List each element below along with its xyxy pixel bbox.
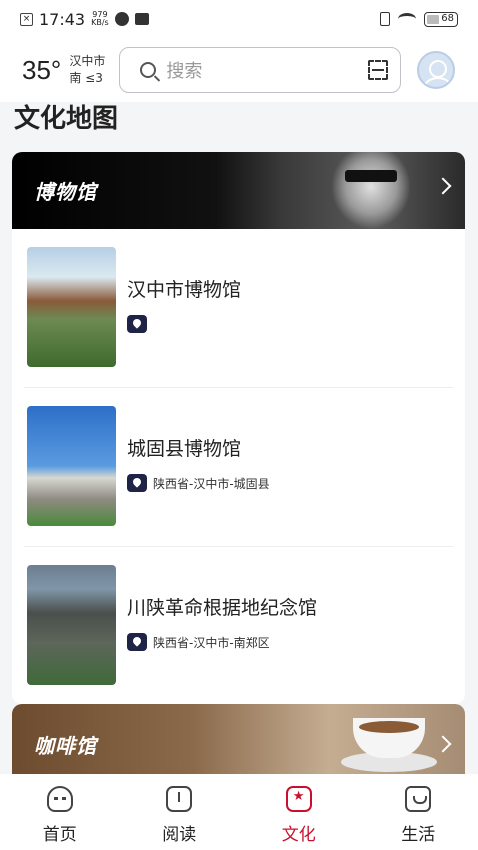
museum-banner-title: 博物馆 <box>34 180 97 204</box>
wifi-icon <box>398 13 416 25</box>
wind-info: 南 ≤3 <box>69 71 103 85</box>
weather-widget[interactable]: 35° 汉中市 南 ≤3 <box>22 53 105 87</box>
status-time: 17:43 <box>39 9 86 29</box>
statue-image <box>331 152 411 229</box>
network-speed: 979 KB/s <box>91 11 109 27</box>
museum-card: 博物馆 汉中市博物馆 城固县博物馆 陕西省-汉中市-城固县 川陕革命根据地纪念馆… <box>12 152 465 704</box>
location-pin-icon <box>127 633 147 651</box>
list-item[interactable]: 汉中市博物馆 <box>24 229 453 388</box>
gallery-notification-icon <box>134 13 149 25</box>
vibrate-icon <box>380 12 390 26</box>
coffee-cup-image <box>353 718 425 758</box>
location-pin-icon <box>127 474 147 492</box>
search-input[interactable]: 搜索 <box>166 57 368 83</box>
tab-label: 文化 <box>281 825 316 845</box>
chevron-right-icon <box>434 177 452 195</box>
avatar[interactable] <box>417 51 456 89</box>
status-bar: × 17:43 979 KB/s 68 <box>0 0 478 38</box>
notification-close-icon: × <box>20 12 33 26</box>
tab-culture[interactable]: 文化 <box>239 774 359 850</box>
museum-banner[interactable]: 博物馆 <box>12 152 465 229</box>
coffee-banner[interactable]: 咖啡馆 <box>12 704 465 784</box>
battery-icon: 68 <box>424 11 458 27</box>
tab-read[interactable]: 阅读 <box>120 774 240 850</box>
culture-icon <box>285 786 312 812</box>
coffee-banner-title: 咖啡馆 <box>34 734 97 758</box>
tab-life[interactable]: 生活 <box>359 774 478 850</box>
book-icon <box>166 786 193 812</box>
app-notification-icon <box>114 12 129 26</box>
tab-home[interactable]: 首页 <box>0 774 120 850</box>
museum-name: 川陕革命根据地纪念馆 <box>127 597 318 619</box>
museum-name: 城固县博物馆 <box>127 438 242 460</box>
tab-label: 首页 <box>42 825 77 845</box>
scan-icon[interactable] <box>368 60 389 80</box>
museum-thumbnail <box>27 565 116 685</box>
search-box[interactable]: 搜索 <box>119 47 402 93</box>
search-icon <box>140 62 157 78</box>
location-pin-icon <box>127 315 147 333</box>
museum-thumbnail <box>27 247 116 367</box>
network-speed-unit: KB/s <box>91 18 109 27</box>
chevron-right-icon <box>434 735 452 753</box>
temperature: 35° <box>22 54 62 85</box>
top-header: 35° 汉中市 南 ≤3 搜索 <box>0 38 478 102</box>
page-title: 文化地图 <box>14 104 119 134</box>
list-item[interactable]: 川陕革命根据地纪念馆 陕西省-汉中市-南郑区 <box>24 547 453 704</box>
bottom-tab-bar: 首页 阅读 文化 生活 <box>0 774 478 850</box>
tab-label: 生活 <box>401 825 436 845</box>
museum-thumbnail <box>27 406 116 526</box>
home-icon <box>46 786 73 812</box>
life-icon <box>405 786 432 812</box>
city-name: 汉中市 <box>69 54 106 68</box>
museum-name: 汉中市博物馆 <box>127 279 242 301</box>
tab-label: 阅读 <box>162 825 197 845</box>
list-item[interactable]: 城固县博物馆 陕西省-汉中市-城固县 <box>24 388 453 547</box>
museum-location: 陕西省-汉中市-南郑区 <box>153 636 270 650</box>
museum-location: 陕西省-汉中市-城固县 <box>153 477 270 491</box>
